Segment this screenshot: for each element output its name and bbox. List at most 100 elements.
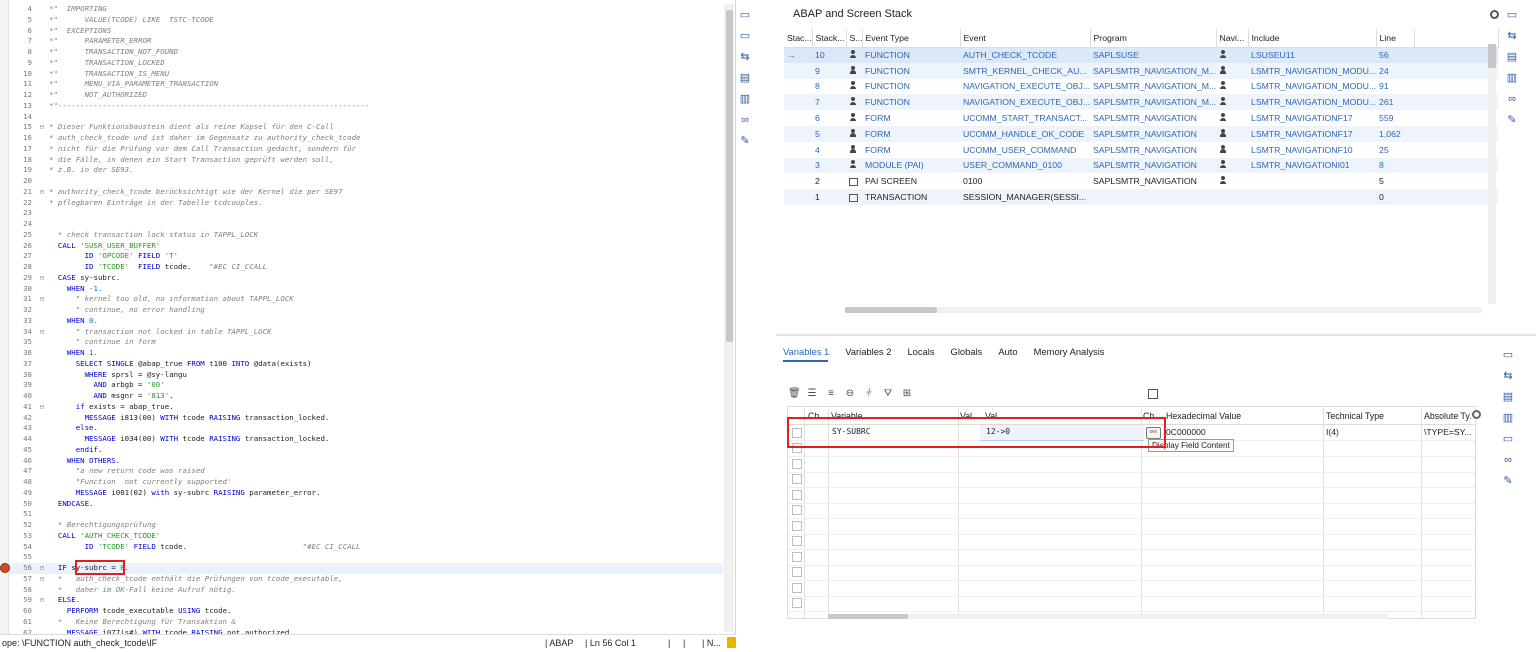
code-line[interactable]: 33 WHEN 0. bbox=[9, 316, 723, 327]
fold-toggle-icon[interactable]: ⊟ bbox=[35, 294, 49, 305]
code-line[interactable]: 56 ⊟ IF sy-subrc = 0. bbox=[9, 563, 723, 574]
row-select-checkbox[interactable] bbox=[792, 458, 802, 469]
source-editor[interactable]: 4 *" IMPORTING 5 *" VALUE(TCODE) LIKE TSTC-… bbox=[0, 0, 736, 652]
breakpoint-gutter[interactable] bbox=[0, 0, 9, 634]
link-icon[interactable]: ∞ bbox=[738, 113, 752, 127]
variable-row-empty[interactable] bbox=[788, 565, 1475, 581]
code-line[interactable]: 46 WHEN OTHERS. bbox=[9, 456, 723, 467]
stack-row[interactable]: 9 FUNCTION SMTR_KERNEL_CHECK_AU... SAPLSMTR… bbox=[784, 62, 1498, 79]
fold-toggle-icon[interactable]: ⊟ bbox=[35, 574, 49, 585]
variable-row-empty[interactable] bbox=[788, 519, 1475, 535]
row-select-checkbox[interactable] bbox=[792, 520, 802, 531]
code-line[interactable]: 60 PERFORM tcode_executable USING tcode. bbox=[9, 606, 723, 617]
code-line[interactable]: 54 ID 'TCODE' FIELD tcode. "#EC CI_CCALL bbox=[9, 542, 723, 553]
tab-locals[interactable]: Locals bbox=[907, 346, 934, 360]
save-icon[interactable] bbox=[1148, 389, 1158, 399]
stack-row[interactable]: 1 TRANSACTION SESSION_MANAGER(SESSI... 0 bbox=[784, 189, 1498, 205]
code-line[interactable]: 41 ⊟ if exists = abap_true. bbox=[9, 402, 723, 413]
code-line[interactable]: 44 MESSAGE i034(00) WITH tcode RAISING t… bbox=[9, 434, 723, 445]
code-line[interactable]: 7 *" PARAMETER_ERROR bbox=[9, 36, 723, 47]
code-line[interactable]: 61 * Keine Berechtigung für Transaktion … bbox=[9, 617, 723, 628]
fold-toggle-icon[interactable]: ⊟ bbox=[35, 187, 49, 198]
code-line[interactable]: 40 AND msgnr = '813'. bbox=[9, 391, 723, 402]
code-line[interactable]: 14 bbox=[9, 112, 723, 123]
variable-row-empty[interactable] bbox=[788, 596, 1475, 612]
stack-row[interactable]: 8 FUNCTION NAVIGATION_EXECUTE_OBJ... SAPLSM… bbox=[784, 79, 1498, 95]
maximize-icon[interactable]: ▭ bbox=[1505, 8, 1519, 22]
row-select-checkbox[interactable] bbox=[792, 443, 802, 453]
stack-horizontal-scrollbar[interactable] bbox=[845, 307, 1482, 313]
code-line[interactable]: 45 endif. bbox=[9, 445, 723, 456]
navigate-icon[interactable] bbox=[1219, 50, 1226, 59]
tool-icon[interactable]: ✎ bbox=[738, 134, 752, 148]
stack-col-header[interactable]: Stack... bbox=[812, 29, 847, 48]
code-line[interactable]: 59 ⊟ ELSE. bbox=[9, 595, 723, 606]
code-line[interactable]: 18 * die Fälle, in denen ein Start Transa… bbox=[9, 155, 723, 166]
code-line[interactable]: 32 " continue, no error handling bbox=[9, 305, 723, 316]
col-header-change2[interactable]: Ch... bbox=[1143, 411, 1162, 421]
split-icon[interactable]: ⫩ bbox=[864, 389, 874, 399]
restore-icon[interactable]: ▭ bbox=[1501, 432, 1515, 446]
stack-row[interactable]: 7 FUNCTION NAVIGATION_EXECUTE_OBJ... SAPLSM… bbox=[784, 94, 1498, 111]
stack-row[interactable]: 2 PAI SCREEN 0100 SAPLSMTR_NAVIGATION 5 bbox=[784, 173, 1498, 189]
code-line[interactable]: 12 *" NOT_AUTHORIZED bbox=[9, 90, 723, 101]
list-numbered-icon[interactable]: ≡ bbox=[826, 389, 836, 399]
warning-icon[interactable] bbox=[727, 637, 736, 648]
code-line[interactable]: 55 bbox=[9, 552, 723, 563]
col-header-variable[interactable]: Variable bbox=[831, 411, 863, 421]
row-select-checkbox[interactable] bbox=[792, 598, 802, 608]
fold-toggle-icon[interactable]: ⊟ bbox=[35, 122, 49, 133]
variables-horizontal-thumb[interactable] bbox=[828, 614, 908, 619]
code-line[interactable]: 27 ID 'OPCODE' FIELD 'T' bbox=[9, 251, 723, 262]
stack-col-header[interactable]: Event bbox=[960, 29, 1091, 48]
code-line[interactable]: 25 * check transaction lock status in TA… bbox=[9, 230, 723, 241]
delete-icon[interactable]: 🗑 bbox=[788, 389, 801, 399]
fold-toggle-icon[interactable]: ⊟ bbox=[35, 595, 49, 606]
stack-row[interactable]: 3 MODULE (PAI) USER_COMMAND_0100 SAPLSMTR_N… bbox=[784, 157, 1498, 174]
navigate-icon[interactable] bbox=[1219, 160, 1226, 169]
tab-variables-2[interactable]: Variables 2 bbox=[845, 346, 891, 360]
maximize-icon[interactable]: ▭ bbox=[738, 8, 752, 22]
code-line[interactable]: 5 *" VALUE(TCODE) LIKE TSTC-TCODE bbox=[9, 15, 723, 26]
layout-icon[interactable]: ▥ bbox=[1505, 71, 1519, 85]
fold-toggle-icon[interactable]: ⊟ bbox=[35, 273, 49, 284]
row-select-checkbox[interactable] bbox=[792, 428, 802, 438]
code-line[interactable]: 20 bbox=[9, 176, 723, 187]
variables-horizontal-scrollbar[interactable] bbox=[828, 614, 1388, 619]
pane-splitter[interactable] bbox=[776, 334, 1536, 336]
stack-horizontal-thumb[interactable] bbox=[845, 307, 937, 313]
navigate-icon[interactable] bbox=[1219, 128, 1226, 137]
stack-col-header[interactable]: Event Type bbox=[862, 29, 961, 48]
col-header-hex[interactable]: Hexadecimal Value bbox=[1166, 411, 1241, 421]
code-lines[interactable]: 4 *" IMPORTING 5 *" VALUE(TCODE) LIKE TSTC-… bbox=[9, 4, 723, 638]
window-icon[interactable]: ▤ bbox=[1501, 390, 1515, 404]
code-line[interactable]: 6 *" EXCEPTIONS bbox=[9, 26, 723, 37]
link-icon[interactable]: ∞ bbox=[1505, 92, 1519, 106]
column-settings-icon[interactable] bbox=[1472, 410, 1481, 419]
code-line[interactable]: 8 *" TRANSACTION_NOT_FOUND bbox=[9, 47, 723, 58]
navigate-icon[interactable] bbox=[1219, 113, 1226, 122]
settings-gear-icon[interactable] bbox=[1490, 10, 1499, 19]
row-select-checkbox[interactable] bbox=[792, 505, 802, 515]
row-select-checkbox[interactable] bbox=[792, 536, 802, 546]
swap-icon[interactable]: ⇆ bbox=[738, 50, 752, 64]
tool-icon[interactable]: ✎ bbox=[1501, 474, 1515, 488]
stack-row[interactable]: 5 FORM UCOMM_HANDLE_OK_CODE SAPLSMTR_NAVIGA… bbox=[784, 125, 1498, 142]
navigate-icon[interactable] bbox=[1219, 65, 1226, 74]
restore-icon[interactable]: ▭ bbox=[738, 29, 752, 43]
stack-col-header[interactable]: Program bbox=[1090, 29, 1217, 48]
row-select-checkbox[interactable] bbox=[792, 489, 802, 500]
swap-icon[interactable]: ⇆ bbox=[1501, 369, 1515, 383]
code-line[interactable]: 30 WHEN -1. bbox=[9, 284, 723, 295]
row-select-checkbox[interactable] bbox=[792, 582, 802, 593]
code-line[interactable]: 10 *" TRANSACTION_IS_MENU bbox=[9, 69, 723, 80]
insert-icon[interactable]: ⊞ bbox=[902, 389, 912, 399]
stack-row[interactable]: 6 FORM UCOMM_START_TRANSACT... SAPLSMTR_NAV… bbox=[784, 110, 1498, 126]
row-select-checkbox[interactable] bbox=[792, 551, 802, 562]
filter-icon[interactable]: ⛛ bbox=[883, 389, 893, 399]
stack-row[interactable]: 4 FORM UCOMM_USER_COMMAND SAPLSMTR_NAVIGATI… bbox=[784, 142, 1498, 158]
tab-globals[interactable]: Globals bbox=[951, 346, 983, 360]
code-line[interactable]: 49 MESSAGE i001(02) with sy-subrc RAISIN… bbox=[9, 488, 723, 499]
row-select-checkbox[interactable] bbox=[792, 474, 802, 484]
stack-vertical-thumb[interactable] bbox=[1488, 44, 1496, 68]
